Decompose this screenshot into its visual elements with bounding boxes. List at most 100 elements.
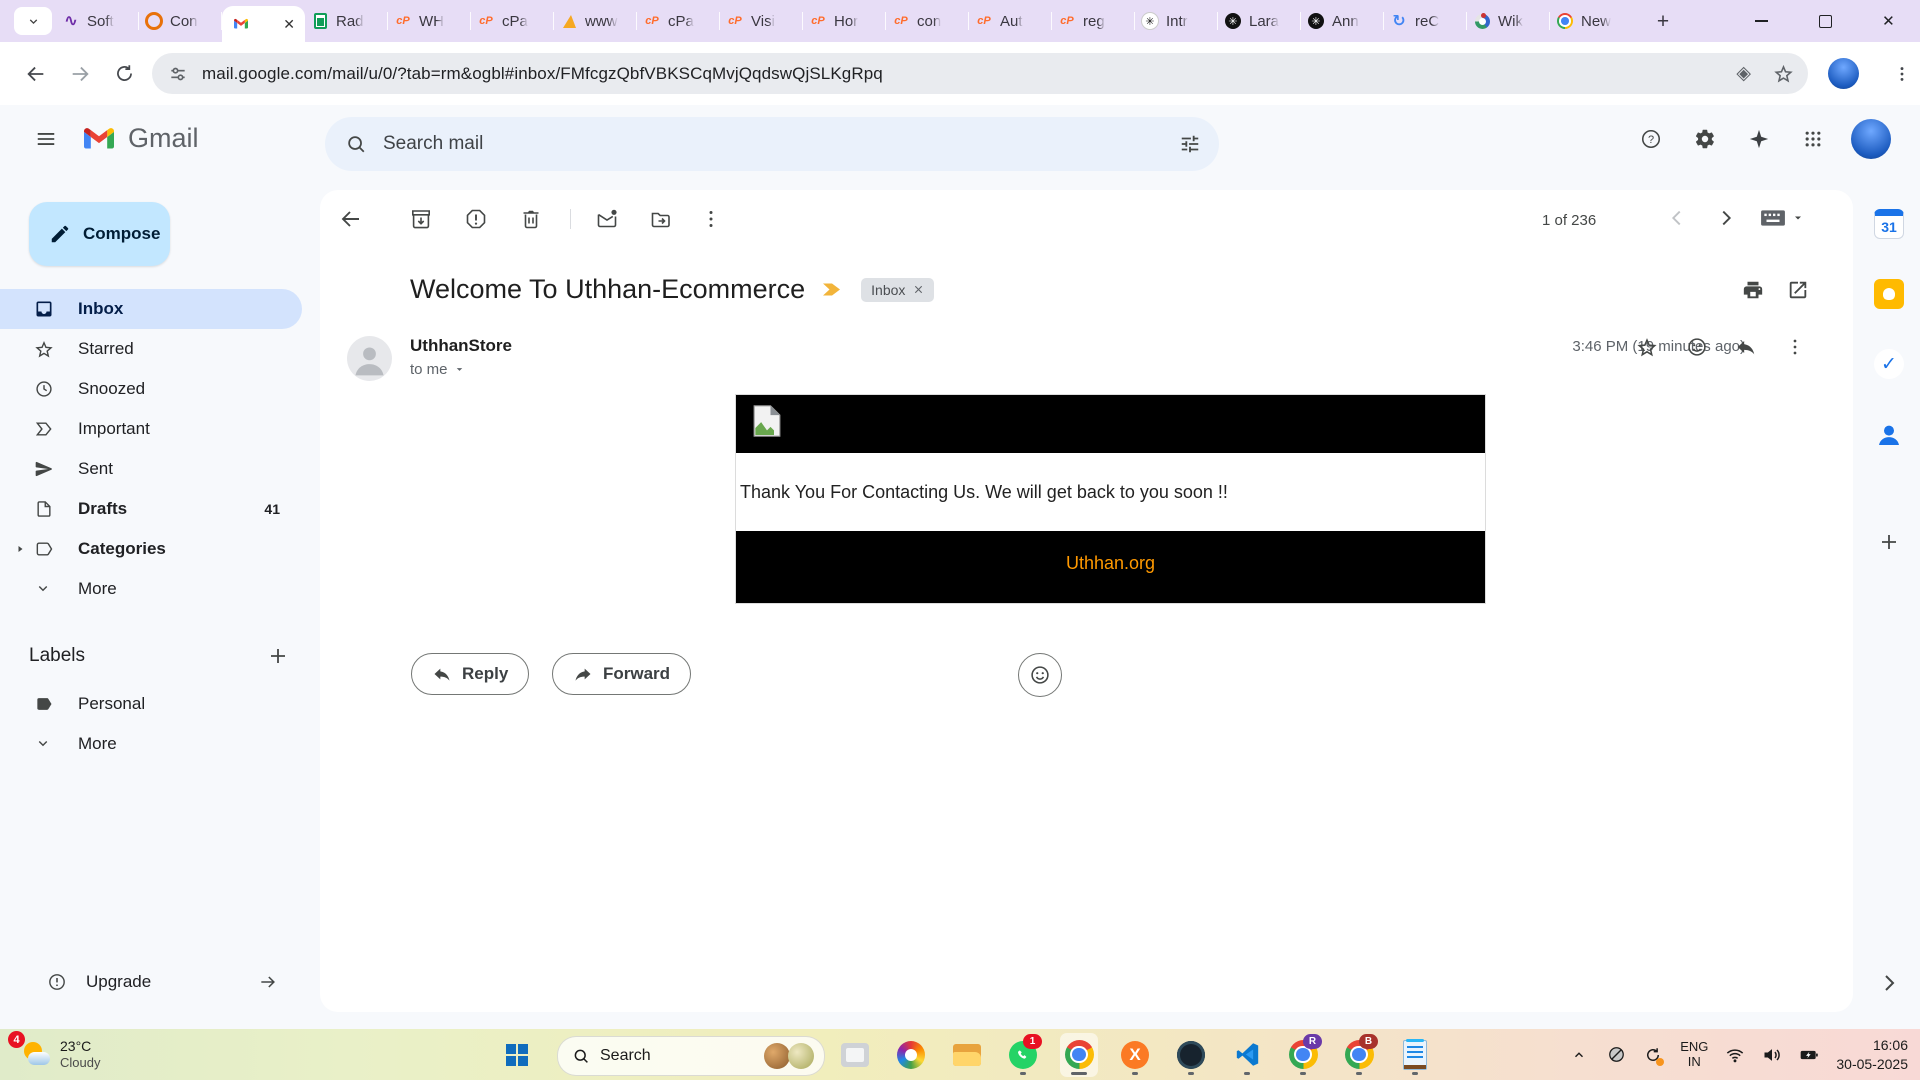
volume-icon[interactable]	[1762, 1045, 1782, 1065]
taskbar-notepad-icon[interactable]	[1396, 1033, 1434, 1077]
reading-mode-icon[interactable]: ◈	[1736, 62, 1751, 85]
taskbar-chrome-icon[interactable]	[1060, 1033, 1098, 1077]
weather-widget[interactable]: 23°C Cloudy	[14, 1029, 100, 1080]
browser-tab[interactable]: ✳Lara	[1218, 0, 1301, 42]
open-in-new-icon[interactable]	[1787, 279, 1809, 301]
taskbar-whatsapp-icon[interactable]: 1	[1004, 1033, 1042, 1077]
browser-tab[interactable]: ✳Ann	[1301, 0, 1384, 42]
browser-tab[interactable]: Rad	[305, 0, 388, 42]
upgrade-row[interactable]: Upgrade	[0, 962, 302, 1002]
browser-forward-button[interactable]	[60, 42, 100, 105]
taskbar-dark-round-app-icon[interactable]	[1172, 1033, 1210, 1077]
sidebar-item-snoozed[interactable]: Snoozed	[0, 369, 302, 409]
browser-tab[interactable]: Wik	[1467, 0, 1550, 42]
compose-button[interactable]: Compose	[29, 202, 170, 266]
browser-tab[interactable]: ↻reC	[1384, 0, 1467, 42]
collapse-panel-icon[interactable]	[1877, 971, 1901, 995]
delete-icon[interactable]	[519, 207, 543, 231]
browser-tab[interactable]: cPVisi	[720, 0, 803, 42]
sidebar-item-drafts[interactable]: Drafts41	[0, 489, 302, 529]
back-to-inbox-icon[interactable]	[339, 207, 363, 231]
forward-button[interactable]: Forward	[552, 653, 691, 695]
emoji-reaction-icon[interactable]	[1686, 336, 1708, 358]
remove-label-icon[interactable]	[913, 284, 924, 295]
taskbar-xampp-icon[interactable]: X	[1116, 1033, 1154, 1077]
sidebar-item-starred[interactable]: Starred	[0, 329, 302, 369]
uthhan-link[interactable]: Uthhan.org	[1066, 553, 1155, 574]
contacts-icon[interactable]	[1874, 420, 1904, 450]
tasks-icon[interactable]: ✓	[1874, 349, 1904, 379]
expand-triangle-icon[interactable]	[14, 543, 26, 555]
taskbar-chrome-profile-b-icon[interactable]: B	[1340, 1033, 1378, 1077]
star-email-icon[interactable]	[1636, 336, 1658, 358]
taskbar-paint-app-icon[interactable]	[892, 1033, 930, 1077]
create-label-icon[interactable]	[266, 644, 290, 668]
taskbar-vscode-icon[interactable]	[1228, 1033, 1266, 1077]
browser-tab[interactable]: Con	[139, 0, 222, 42]
taskbar-search[interactable]: Search	[557, 1036, 825, 1076]
tab-close-icon[interactable]: ✕	[283, 16, 295, 33]
help-button[interactable]: ?	[1635, 123, 1667, 155]
main-menu-button[interactable]	[26, 105, 66, 172]
move-to-icon[interactable]	[649, 207, 673, 231]
sidebar-item-personal[interactable]: Personal	[0, 684, 302, 724]
newer-email-icon[interactable]	[1666, 207, 1688, 229]
add-reaction-button[interactable]	[1018, 653, 1062, 697]
apps-grid-button[interactable]	[1797, 123, 1829, 155]
browser-tab[interactable]: ✳Intr	[1135, 0, 1218, 42]
add-addon-icon[interactable]	[1877, 530, 1901, 554]
taskbar-photos-app-icon[interactable]	[836, 1033, 874, 1077]
search-filter-icon[interactable]	[1179, 133, 1201, 155]
browser-tab[interactable]: cPWH	[388, 0, 471, 42]
sidebar-item-more[interactable]: More	[0, 569, 302, 609]
sidebar-item-important[interactable]: Important	[0, 409, 302, 449]
site-info-icon[interactable]	[168, 64, 188, 84]
message-more-icon[interactable]	[1784, 336, 1806, 358]
do-not-disturb-icon[interactable]	[1606, 1045, 1626, 1065]
battery-icon[interactable]	[1799, 1045, 1819, 1065]
browser-profile-avatar[interactable]	[1828, 58, 1859, 89]
gmail-search-bar[interactable]: Search mail	[325, 117, 1219, 171]
browser-tab[interactable]: www	[554, 0, 637, 42]
reply-icon[interactable]	[1735, 336, 1757, 358]
input-tools-button[interactable]	[1760, 208, 1804, 228]
close-icon[interactable]: ✕	[1882, 12, 1895, 30]
archive-icon[interactable]	[409, 207, 433, 231]
inbox-label-chip[interactable]: Inbox	[861, 278, 934, 302]
browser-tab[interactable]: cPcon	[886, 0, 969, 42]
older-email-icon[interactable]	[1715, 207, 1737, 229]
taskbar-clock[interactable]: 16:06 30-05-2025	[1836, 1036, 1908, 1072]
report-spam-icon[interactable]	[464, 207, 488, 231]
print-icon[interactable]	[1742, 279, 1764, 301]
browser-tab-active[interactable]: ✕	[222, 6, 305, 42]
settings-button[interactable]	[1689, 123, 1721, 155]
recipient-row[interactable]: to me	[410, 361, 465, 378]
taskbar-chrome-profile-r-icon[interactable]: R	[1284, 1033, 1322, 1077]
sidebar-item-inbox[interactable]: Inbox	[0, 289, 302, 329]
more-options-icon[interactable]	[699, 207, 723, 231]
mark-unread-icon[interactable]	[595, 207, 619, 231]
browser-tab[interactable]: cPcPa	[637, 0, 720, 42]
browser-menu-button[interactable]	[1882, 42, 1920, 105]
tray-expand-icon[interactable]	[1569, 1045, 1589, 1065]
taskbar-file-explorer-icon[interactable]	[948, 1033, 986, 1077]
reply-button[interactable]: Reply	[411, 653, 529, 695]
wifi-icon[interactable]	[1725, 1045, 1745, 1065]
sender-avatar[interactable]	[347, 336, 392, 381]
language-indicator[interactable]: ENG IN	[1680, 1040, 1708, 1070]
minimize-icon[interactable]	[1755, 20, 1768, 22]
sidebar-item-sent[interactable]: Sent	[0, 449, 302, 489]
new-tab-button[interactable]: +	[1648, 8, 1678, 36]
browser-tab[interactable]: New	[1550, 0, 1633, 42]
keep-icon[interactable]	[1874, 279, 1904, 309]
browser-tab[interactable]: cPcPa	[471, 0, 554, 42]
browser-tab[interactable]: cPreg	[1052, 0, 1135, 42]
gemini-button[interactable]	[1743, 123, 1775, 155]
browser-back-button[interactable]	[16, 42, 56, 105]
bookmark-star-icon[interactable]	[1773, 63, 1794, 84]
address-bar[interactable]: mail.google.com/mail/u/0/?tab=rm&ogbl#in…	[152, 53, 1808, 94]
browser-tab[interactable]: cPHor	[803, 0, 886, 42]
sender-name[interactable]: UthhanStore	[410, 336, 512, 356]
start-button[interactable]	[500, 1038, 534, 1072]
details-caret-icon[interactable]	[454, 364, 465, 375]
